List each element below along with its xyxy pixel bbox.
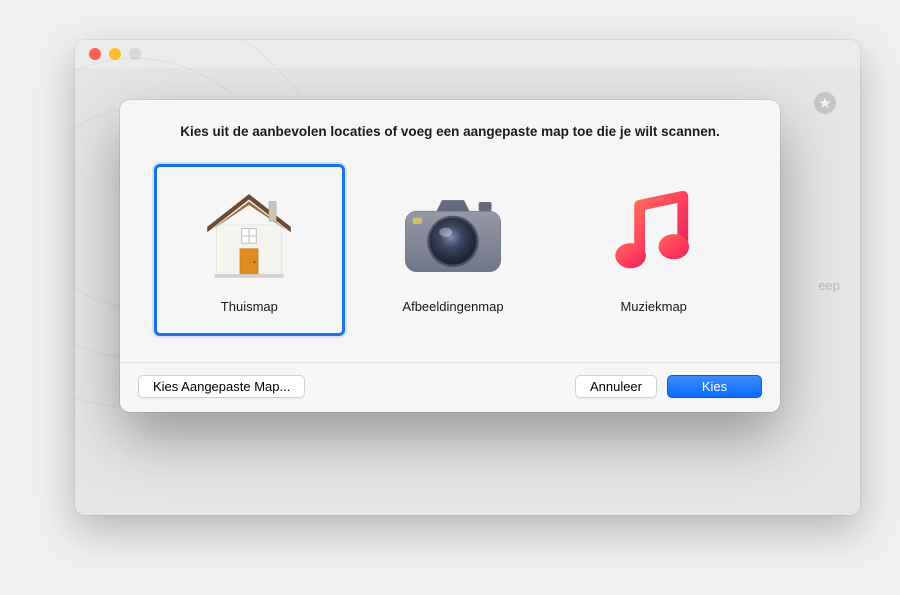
choose-button[interactable]: Kies (667, 375, 762, 398)
choose-custom-folder-button[interactable]: Kies Aangepaste Map... (138, 375, 305, 398)
home-icon (194, 185, 304, 285)
option-home-folder[interactable]: Thuismap (154, 164, 345, 336)
folder-picker-modal: Kies uit de aanbevolen locaties of voeg … (120, 100, 780, 412)
modal-header: Kies uit de aanbevolen locaties of voeg … (120, 100, 780, 160)
background-partial-text: eep (818, 278, 840, 293)
music-icon (599, 185, 709, 285)
modal-footer: Kies Aangepaste Map... Annuleer Kies (120, 362, 780, 412)
option-pictures-folder[interactable]: Afbeeldingenmap (361, 164, 546, 336)
star-badge-icon[interactable] (814, 92, 836, 114)
option-music-label: Muziekmap (620, 299, 686, 314)
option-music-folder[interactable]: Muziekmap (561, 164, 746, 336)
option-home-label: Thuismap (221, 299, 278, 314)
cancel-button[interactable]: Annuleer (575, 375, 657, 398)
options-row: Thuismap (120, 160, 780, 362)
camera-icon (398, 185, 508, 285)
option-pictures-label: Afbeeldingenmap (402, 299, 503, 314)
modal-title: Kies uit de aanbevolen locaties of voeg … (148, 122, 752, 142)
